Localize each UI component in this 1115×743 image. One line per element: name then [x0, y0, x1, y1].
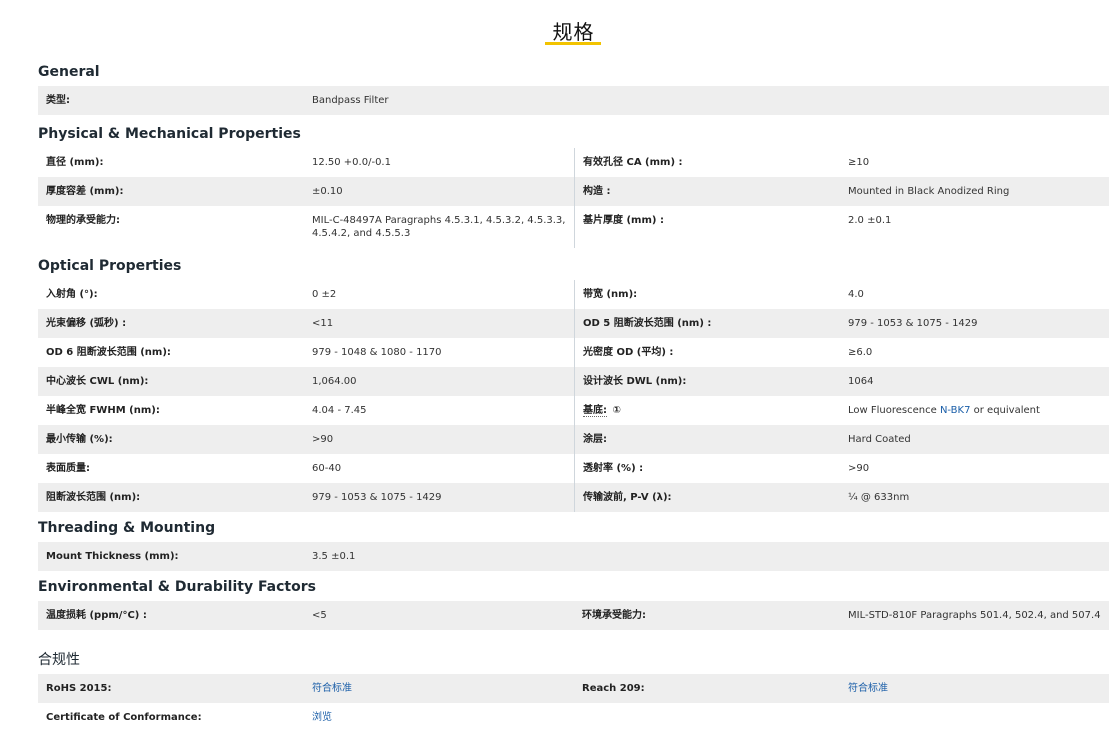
- spec-row: 温度损耗 (ppm/°C) : <5 环境承受能力: MIL-STD-810F …: [38, 601, 1109, 630]
- spec-label: 厚度容差 (mm):: [46, 186, 124, 197]
- spec-label: 直径 (mm):: [46, 157, 104, 168]
- spec-label-substrate: 基底: ①: [574, 396, 840, 425]
- specifications-panel: 规格 General 类型: Bandpass Filter Physical …: [0, 0, 1115, 743]
- spec-row: Certificate of Conformance: 浏览: [38, 703, 1109, 732]
- spec-row: RoHS 2015: 符合标准 Reach 209: 符合标准: [38, 674, 1109, 703]
- spec-label: 阻断波长范围 (nm):: [46, 492, 141, 503]
- spec-value: ¼ @ 633nm: [848, 492, 910, 503]
- spec-row: 类型: Bandpass Filter: [38, 86, 1109, 115]
- spec-row: 直径 (mm): 12.50 +0.0/-0.1 有效孔径 CA (mm) : …: [38, 148, 1109, 177]
- spec-row: 半峰全宽 FWHM (nm): 4.04 - 7.45 基底: ① Low Fl…: [38, 396, 1109, 425]
- spec-label: 有效孔径 CA (mm) :: [574, 148, 840, 177]
- substrate-material-link[interactable]: N-BK7: [940, 405, 971, 416]
- spec-label: 光密度 OD (平均) :: [574, 338, 840, 367]
- spec-label: 中心波长 CWL (nm):: [46, 376, 149, 387]
- spec-value: ≥6.0: [848, 347, 873, 358]
- spec-row: 光束偏移 (弧秒) : <11 OD 5 阻断波长范围 (nm) : 979 -…: [38, 309, 1109, 338]
- spec-value: <11: [312, 318, 334, 329]
- spec-value: 4.04 - 7.45: [312, 405, 367, 416]
- spec-value: ≥10: [848, 157, 870, 168]
- spec-value: 4.0: [848, 289, 864, 300]
- spec-label: 类型:: [46, 95, 70, 106]
- spec-label: 基片厚度 (mm) :: [574, 206, 840, 248]
- spec-label: Mount Thickness (mm):: [46, 551, 179, 562]
- title-underline: [545, 42, 601, 45]
- substrate-label-text: 基底:: [583, 405, 607, 417]
- spec-label: 带宽 (nm):: [574, 280, 840, 309]
- spec-value: 1,064.00: [312, 376, 357, 387]
- spec-value: Mounted in Black Anodized Ring: [848, 186, 1010, 197]
- reach-compliant-link[interactable]: 符合标准: [848, 683, 888, 694]
- spec-label: 温度损耗 (ppm/°C) :: [46, 610, 147, 621]
- substrate-value-suffix: or equivalent: [970, 405, 1040, 416]
- spec-label: 环境承受能力:: [582, 610, 646, 621]
- spec-value: 1064: [848, 376, 874, 387]
- spec-label: 物理的承受能力:: [46, 215, 120, 226]
- spec-label: RoHS 2015:: [46, 683, 112, 694]
- spec-row: 物理的承受能力: MIL-C-48497A Paragraphs 4.5.3.1…: [38, 206, 1109, 248]
- spec-value: Bandpass Filter: [312, 95, 389, 106]
- spec-row: 中心波长 CWL (nm): 1,064.00 设计波长 DWL (nm): 1…: [38, 367, 1109, 396]
- spec-label: 透射率 (%) :: [574, 454, 840, 483]
- spec-label: 传输波前, P-V (λ):: [574, 483, 840, 512]
- spec-value: 60-40: [312, 463, 342, 474]
- spec-value: <5: [312, 610, 327, 621]
- spec-label: 半峰全宽 FWHM (nm):: [46, 405, 160, 416]
- spec-row: 入射角 (°): 0 ±2 带宽 (nm): 4.0: [38, 280, 1109, 309]
- spec-label: 光束偏移 (弧秒) :: [46, 318, 127, 329]
- section-title-threading-mounting: Threading & Mounting: [38, 520, 216, 536]
- spec-value: 浏览: [304, 703, 574, 732]
- section-title-physical-mechanical: Physical & Mechanical Properties: [38, 126, 301, 142]
- rohs-compliant-link[interactable]: 符合标准: [312, 683, 352, 694]
- spec-value: >90: [312, 434, 334, 445]
- empty-cell: [574, 542, 840, 571]
- spec-row: 表面质量: 60-40 透射率 (%) : >90: [38, 454, 1109, 483]
- spec-label: Reach 209:: [582, 683, 645, 694]
- spec-value: 0 ±2: [312, 289, 337, 300]
- spec-label: 表面质量:: [46, 463, 90, 474]
- spec-row: Mount Thickness (mm): 3.5 ±0.1: [38, 542, 1109, 571]
- spec-value: 符合标准: [304, 674, 574, 703]
- spec-row: 阻断波长范围 (nm): 979 - 1053 & 1075 - 1429 传输…: [38, 483, 1109, 512]
- substrate-value-prefix: Low Fluorescence: [848, 405, 940, 416]
- specs-content: General 类型: Bandpass Filter Physical & M…: [38, 56, 1109, 732]
- spec-label: OD 6 阻断波长范围 (nm):: [46, 347, 171, 358]
- spec-row: 厚度容差 (mm): ±0.10 构造 : Mounted in Black A…: [38, 177, 1109, 206]
- spec-value: 979 - 1048 & 1080 - 1170: [312, 347, 442, 358]
- spec-label: Certificate of Conformance:: [46, 712, 202, 723]
- spec-row: OD 6 阻断波长范围 (nm): 979 - 1048 & 1080 - 11…: [38, 338, 1109, 367]
- spec-value: ±0.10: [312, 186, 343, 197]
- spec-value-substrate: Low Fluorescence N-BK7 or equivalent: [840, 396, 1109, 425]
- spec-value: 12.50 +0.0/-0.1: [312, 157, 391, 168]
- spec-label: 构造 :: [574, 177, 840, 206]
- spec-label: OD 5 阻断波长范围 (nm) :: [574, 309, 840, 338]
- spec-label: 设计波长 DWL (nm):: [574, 367, 840, 396]
- spec-value: Hard Coated: [848, 434, 911, 445]
- spec-label: 最小传输 (%):: [46, 434, 113, 445]
- spec-label: 涂层:: [574, 425, 840, 454]
- spec-value: MIL-C-48497A Paragraphs 4.5.3.1, 4.5.3.2…: [312, 215, 566, 239]
- spec-row: 最小传输 (%): >90 涂层: Hard Coated: [38, 425, 1109, 454]
- spec-value: 符合标准: [840, 674, 1109, 703]
- section-title-general: General: [38, 64, 100, 80]
- certificate-view-link[interactable]: 浏览: [312, 712, 332, 723]
- spec-value: >90: [848, 463, 870, 474]
- section-title-compliance: 合规性: [38, 652, 80, 668]
- empty-cell: [840, 542, 1109, 571]
- spec-label: 入射角 (°):: [46, 289, 98, 300]
- spec-value: 979 - 1053 & 1075 - 1429: [312, 492, 442, 503]
- spec-value: 3.5 ±0.1: [312, 551, 356, 562]
- spec-value: 2.0 ±0.1: [848, 215, 892, 226]
- section-title-environmental: Environmental & Durability Factors: [38, 579, 316, 595]
- page-title: 规格: [552, 20, 595, 44]
- info-icon[interactable]: ①: [612, 404, 620, 417]
- spec-value: 979 - 1053 & 1075 - 1429: [848, 318, 978, 329]
- spec-value: MIL-STD-810F Paragraphs 501.4, 502.4, an…: [848, 610, 1101, 621]
- section-title-optical: Optical Properties: [38, 258, 182, 274]
